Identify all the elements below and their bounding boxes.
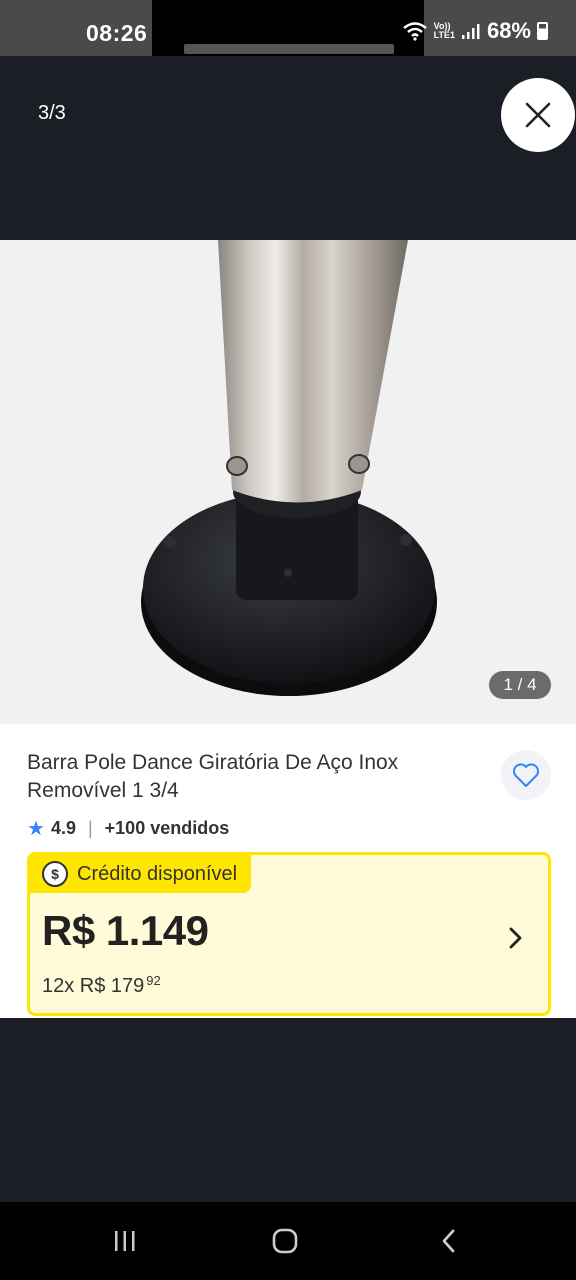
product-image[interactable]: 1 / 4 [0,240,576,724]
heart-outline-icon [513,763,539,787]
installments-text: 12x R$ 179 [42,975,145,997]
wifi-icon [402,22,427,41]
status-time: 08:26 [86,20,148,46]
back-icon [442,1229,455,1253]
rating-row: ★ 4.9 | +100 vendidos [27,816,229,841]
image-counter-badge: 1 / 4 [489,671,551,699]
rating-score: 4.9 [50,818,76,838]
recent-apps-icon [115,1231,135,1251]
gallery-counter: 3/3 [38,102,66,124]
navigation-bar [0,1202,576,1280]
credit-box[interactable]: $ Crédito disponível R$ 1.149 12x R$ 179… [27,852,551,1016]
coin-dollar-icon: $ [42,861,68,887]
home-button[interactable] [268,1224,302,1258]
credit-label: Crédito disponível [77,862,238,885]
battery-icon [537,22,548,40]
installments-cents: 92 [146,973,161,988]
credit-tag: $ Crédito disponível [30,855,252,893]
home-icon [272,1228,298,1254]
favorite-button[interactable] [501,750,551,800]
price: R$ 1.149 [42,907,209,954]
status-bar: 08:26 Vo)) LTE1 68% [0,0,576,56]
installments: 12x R$ 179 92 [42,973,161,998]
lte-indicator: Vo)) LTE1 [433,21,455,40]
close-icon [525,102,551,128]
battery-percent: 68% [486,18,531,43]
back-button[interactable] [432,1224,466,1258]
chevron-right-icon[interactable] [506,923,526,953]
divider: | [87,818,93,838]
status-icons: Vo)) LTE1 68% [402,18,548,44]
close-button[interactable] [501,78,575,152]
product-title[interactable]: Barra Pole Dance Giratória De Aço Inox R… [27,749,467,805]
signal-icon [461,24,480,39]
background-overlay [0,1018,576,1202]
recent-apps-button[interactable] [108,1224,142,1258]
pole-photo [141,240,437,696]
viewer-header: 3/3 [0,56,576,240]
star-icon: ★ [27,818,45,840]
camera-notch [152,0,424,56]
sold-count: +100 vendidos [104,818,230,838]
product-info-card: Barra Pole Dance Giratória De Aço Inox R… [0,724,576,1018]
